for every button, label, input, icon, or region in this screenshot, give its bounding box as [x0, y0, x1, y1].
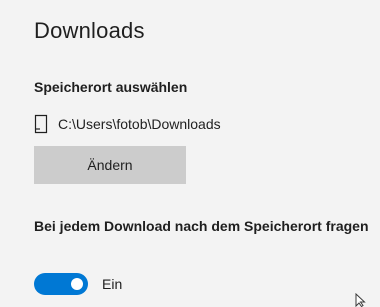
location-heading: Speicherort auswählen [34, 79, 188, 95]
downloads-settings-page: Downloads Speicherort auswählen C:\Users… [0, 0, 380, 307]
download-path-text: C:\Users\fotob\Downloads [58, 116, 221, 132]
toggle-state-label: Ein [102, 276, 123, 292]
ask-location-toggle[interactable] [34, 273, 88, 295]
ask-location-label: Bei jedem Download nach dem Speicherort … [34, 218, 369, 234]
change-location-button[interactable]: Ändern [34, 146, 186, 184]
device-icon [34, 114, 48, 134]
ask-location-toggle-row: Ein [34, 272, 122, 296]
page-title: Downloads [34, 18, 145, 43]
toggle-knob [71, 278, 83, 290]
mouse-pointer-icon [355, 293, 367, 307]
download-path-row: C:\Users\fotob\Downloads [34, 113, 221, 135]
